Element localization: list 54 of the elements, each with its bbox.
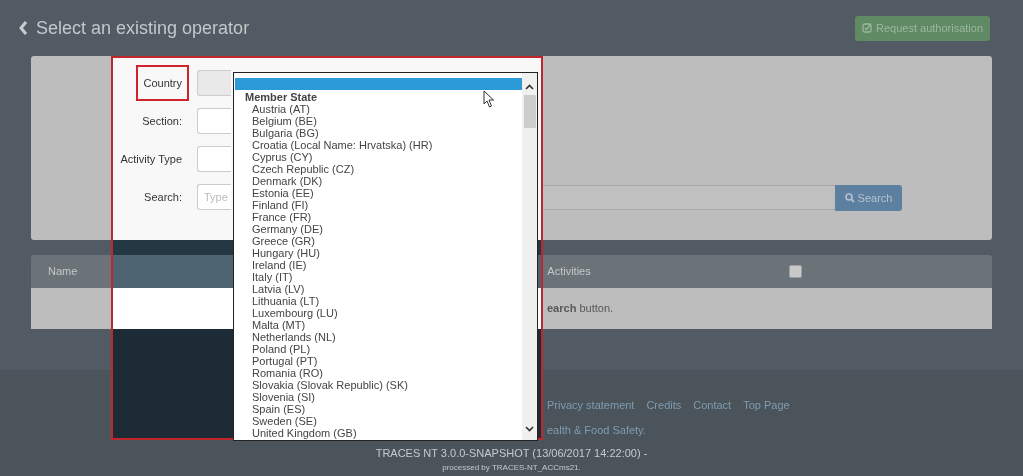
input-field[interactable] — [197, 70, 231, 96]
dropdown-option[interactable]: Italy (IT) — [235, 271, 522, 283]
dropdown-option[interactable]: Latvia (LV) — [235, 283, 522, 295]
select-all-checkbox[interactable] — [788, 265, 802, 278]
column-header: Activities — [547, 264, 591, 280]
field-label: Activity Type — [119, 151, 183, 167]
field-label: Section: — [141, 113, 183, 129]
dropdown-option[interactable]: Estonia (EE) — [235, 187, 522, 199]
dropdown-option[interactable]: Romania (RO) — [235, 367, 522, 379]
country-dropdown-list[interactable] — [233, 72, 538, 441]
dropdown-option[interactable]: Czech Republic (CZ) — [235, 163, 522, 175]
input-field[interactable] — [197, 146, 231, 172]
check-square-icon — [862, 23, 872, 33]
dropdown-option[interactable]: Portugal (PT) — [235, 355, 522, 367]
version-info: TRACES NT 3.0.0-SNAPSHOT (13/06/2017 14:22:00) - — [375, 446, 648, 461]
mouse-cursor-icon — [483, 90, 495, 108]
scrollbar-thumb[interactable] — [523, 95, 536, 128]
dropdown-option[interactable]: Bulgaria (BG) — [235, 127, 522, 139]
dropdown-option[interactable]: United Kingdom (GB) — [235, 427, 522, 439]
dropdown-option[interactable]: Slovenia (SI) — [235, 391, 522, 403]
field-label: Country — [136, 64, 189, 102]
dropdown-option[interactable]: Greece (GR) — [235, 235, 522, 247]
search-icon — [844, 193, 855, 203]
search-field[interactable] — [543, 185, 835, 210]
dropdown-option[interactable]: Lithuania (LT) — [235, 295, 522, 307]
empty-message: earch button. — [547, 301, 614, 317]
dropdown-option[interactable]: Luxembourg (LU) — [235, 307, 522, 319]
dropdown-option[interactable]: Belgium (BE) — [235, 115, 522, 127]
footer-note: ealth & Food Safety. — [547, 422, 646, 438]
dropdown-option[interactable]: Malta (MT) — [235, 319, 522, 331]
dropdown-option[interactable]: Cyprus (CY) — [235, 151, 522, 163]
dropdown-option[interactable]: France (FR) — [235, 211, 522, 223]
input-field[interactable] — [197, 108, 231, 134]
option-group-label: Member State — [245, 91, 318, 103]
dropdown-option[interactable]: Hungary (HU) — [235, 247, 522, 259]
scrollbar[interactable] — [522, 73, 537, 440]
dropdown-option[interactable]: Denmark (DK) — [235, 175, 522, 187]
field-label: Search: — [143, 189, 183, 205]
dropdown-option[interactable]: Sweden (SE) — [235, 415, 522, 427]
dropdown-option[interactable]: Ireland (IE) — [235, 259, 522, 271]
dropdown-option[interactable]: Germany (DE) — [235, 223, 522, 235]
chevron-up-icon[interactable] — [525, 84, 534, 90]
processed-by: processed by TRACES-NT_ACCms21. — [442, 461, 581, 474]
dropdown-option[interactable]: Netherlands (NL) — [235, 331, 522, 343]
dropdown-option[interactable]: Poland (PL) — [235, 343, 522, 355]
dropdown-option[interactable]: Austria (AT) — [235, 103, 522, 115]
back-chevron-icon[interactable] — [18, 20, 28, 36]
dropdown-option[interactable]: Spain (ES) — [235, 403, 522, 415]
chevron-down-icon[interactable] — [525, 426, 534, 432]
page-title: Select an existing operator — [36, 16, 250, 40]
dropdown-option[interactable]: Finland (FI) — [235, 199, 522, 211]
dropdown-option[interactable]: Croatia (Local Name: Hrvatska) (HR) — [235, 139, 522, 151]
dropdown-option[interactable]: Slovakia (Slovak Republic) (SK) — [235, 379, 522, 391]
column-header: Name — [48, 264, 78, 280]
